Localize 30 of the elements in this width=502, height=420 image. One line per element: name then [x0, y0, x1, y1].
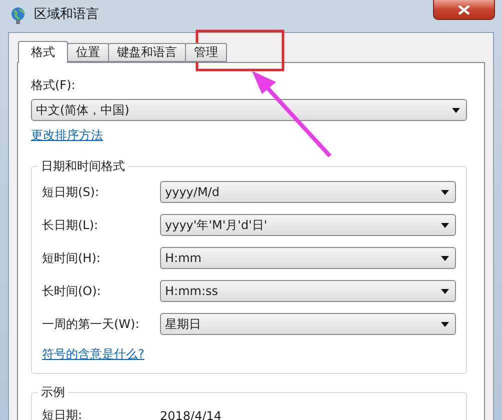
- field-label: 短时间(H):: [42, 250, 102, 266]
- sort-link[interactable]: 更改排序方法: [31, 127, 103, 144]
- caret-icon: [441, 256, 449, 260]
- format-label: 格式(F):: [31, 77, 76, 93]
- window-title: 区域和语言: [34, 6, 99, 24]
- caret-icon: [452, 108, 460, 112]
- close-icon: [458, 4, 470, 14]
- tab[interactable]: 键盘和语言: [108, 43, 186, 62]
- caret-icon: [441, 288, 449, 294]
- format-dropdown[interactable]: yyyy/M/d: [160, 181, 456, 203]
- format-dropdown[interactable]: 星期日: [160, 313, 456, 335]
- field-label: 长日期(L):: [42, 216, 100, 234]
- caret-icon: [441, 322, 449, 326]
- field-label: 短日期(S):: [42, 184, 100, 200]
- group-title: 日期和时间格式: [38, 158, 128, 174]
- group-title: 示例: [38, 384, 68, 400]
- format-dropdown[interactable]: H:mm: [160, 247, 456, 269]
- format-dropdown[interactable]: yyyy'年'M'月'd'日': [160, 214, 456, 236]
- tab[interactable]: 管理: [185, 43, 227, 62]
- format-dropdown[interactable]: 中文(简体，中国): [31, 99, 467, 121]
- caret-icon: [441, 222, 449, 228]
- format-dropdown[interactable]: H:mm:ss: [160, 280, 456, 302]
- close-button[interactable]: [433, 0, 495, 20]
- field-label: 长时间(O):: [42, 282, 102, 300]
- field-label: 一周的第一天(W):: [42, 316, 140, 332]
- globe-icon: [10, 7, 26, 25]
- tab[interactable]: 位置: [67, 43, 109, 62]
- caret-icon: [441, 190, 449, 194]
- tab[interactable]: 格式: [18, 41, 68, 63]
- help-link[interactable]: 符号的含意是什么?: [42, 346, 144, 363]
